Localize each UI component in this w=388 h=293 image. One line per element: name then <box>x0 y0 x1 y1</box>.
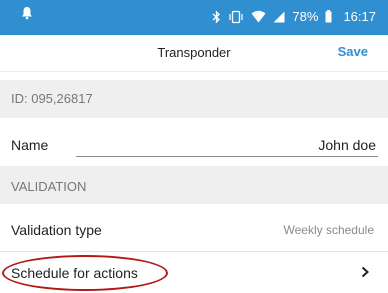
battery-icon <box>325 10 332 23</box>
validation-type-label: Validation type <box>11 222 102 238</box>
save-button[interactable]: Save <box>338 44 368 59</box>
status-time: 16:17 <box>343 9 376 24</box>
validation-type-row[interactable]: Validation type Weekly schedule <box>0 206 388 252</box>
name-input-value: John doe <box>318 137 376 153</box>
validation-section-title: VALIDATION <box>11 179 87 194</box>
notification-bell-icon <box>22 7 32 20</box>
schedule-for-actions-row[interactable]: Schedule for actions <box>0 253 388 293</box>
vibrate-icon <box>229 10 244 23</box>
cell-signal-icon <box>273 11 285 22</box>
wifi-icon <box>251 10 266 23</box>
page-title: Transponder <box>157 45 231 60</box>
schedule-for-actions-label: Schedule for actions <box>11 265 138 281</box>
battery-percentage: 78% <box>292 9 319 24</box>
chevron-right-icon <box>361 266 369 278</box>
name-row: Name John doe <box>0 126 388 166</box>
transponder-id-row: ID: 095,26817 <box>0 80 388 118</box>
validation-type-value: Weekly schedule <box>283 223 375 237</box>
bluetooth-icon <box>212 9 221 24</box>
status-bar: 78% 16:17 <box>0 0 388 35</box>
transponder-id: ID: 095,26817 <box>11 91 93 106</box>
app-header: Transponder Save <box>0 35 388 72</box>
validation-section-header: VALIDATION <box>0 166 388 204</box>
name-label: Name <box>11 137 49 153</box>
name-input[interactable]: John doe <box>76 132 378 157</box>
